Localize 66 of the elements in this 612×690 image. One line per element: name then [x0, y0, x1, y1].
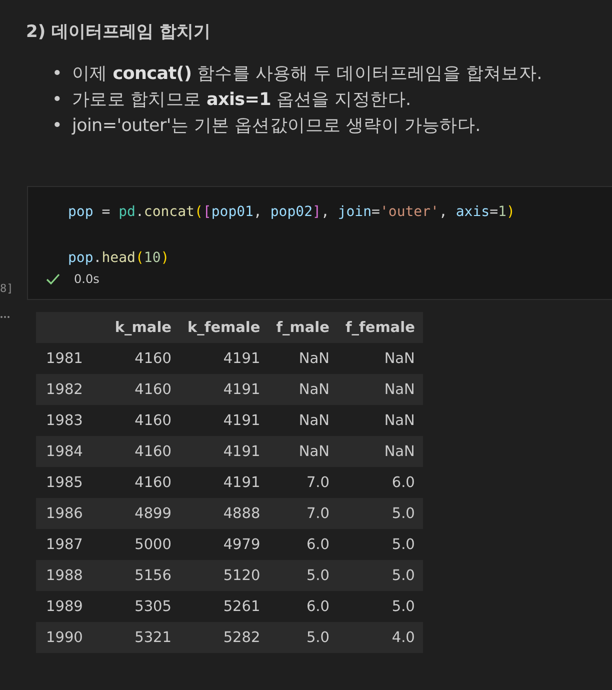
row-index: 1986: [36, 498, 101, 529]
bullet-marker: •: [52, 63, 62, 86]
bullet-marker: •: [52, 89, 62, 112]
ellipsis-icon[interactable]: [0, 315, 10, 319]
row-index: 1990: [36, 622, 101, 653]
table-cell: 4191: [180, 343, 268, 374]
table-cell: 4191: [180, 467, 268, 498]
table-cell: 6.0: [268, 529, 338, 560]
row-index: 1981: [36, 343, 101, 374]
table-cell: 4.0: [338, 622, 423, 653]
table-cell: 5000: [100, 529, 180, 560]
table-cell: 4160: [100, 405, 180, 436]
row-index: 1984: [36, 436, 101, 467]
bullet-marker: •: [52, 115, 62, 138]
table-cell: 5.0: [338, 560, 423, 591]
table-cell: 5261: [180, 591, 268, 622]
table-cell: 4979: [180, 529, 268, 560]
table-cell: 5156: [100, 560, 180, 591]
row-index: 1985: [36, 467, 101, 498]
table-cell: 5.0: [338, 498, 423, 529]
column-header: k_male: [100, 312, 180, 343]
execution-count: 8]: [0, 282, 14, 295]
table-cell: NaN: [268, 405, 338, 436]
bullet-text: 가로로 합치므로 axis=1 옵션을 지정한다.: [72, 89, 411, 112]
row-index: 1988: [36, 560, 101, 591]
table-cell: 5282: [180, 622, 268, 653]
table-cell: 4160: [100, 343, 180, 374]
bullet-text: join='outer'는 기본 옵션값이므로 생략이 가능하다.: [72, 115, 480, 138]
table-cell: NaN: [338, 374, 423, 405]
table-cell: 5321: [100, 622, 180, 653]
table-cell: 4191: [180, 374, 268, 405]
table-cell: NaN: [338, 343, 423, 374]
table-cell: 6.0: [268, 591, 338, 622]
table-cell: NaN: [338, 405, 423, 436]
column-header: f_male: [268, 312, 338, 343]
table-cell: 4191: [180, 405, 268, 436]
row-index: 1987: [36, 529, 101, 560]
row-index: 1989: [36, 591, 101, 622]
table-cell: 4888: [180, 498, 268, 529]
code-line: pop = pd.concat([pop01, pop02], join='outer', axis=1): [68, 203, 516, 222]
table-cell: NaN: [268, 343, 338, 374]
row-index: 1982: [36, 374, 101, 405]
table-cell: 4160: [100, 467, 180, 498]
table-cell: NaN: [268, 374, 338, 405]
column-header: f_female: [338, 312, 423, 343]
table-cell: 7.0: [268, 467, 338, 498]
table-cell: 4160: [100, 436, 180, 467]
table-cell: 4160: [100, 374, 180, 405]
table-cell: 4899: [100, 498, 180, 529]
table-cell: NaN: [268, 436, 338, 467]
table-cell: 5120: [180, 560, 268, 591]
table-cell: 5.0: [268, 622, 338, 653]
row-index: 1983: [36, 405, 101, 436]
section-heading: 2) 데이터프레임 합치기: [26, 21, 210, 43]
table-cell: 5.0: [338, 591, 423, 622]
table-cell: 6.0: [338, 467, 423, 498]
table-cell: 5.0: [338, 529, 423, 560]
table-cell: 4191: [180, 436, 268, 467]
table-cell: 7.0: [268, 498, 338, 529]
table-cell: 5305: [100, 591, 180, 622]
execution-time: 0.0s: [74, 272, 100, 286]
table-cell: NaN: [338, 436, 423, 467]
bullet-text: 이제 concat() 함수를 사용해 두 데이터프레임을 합쳐보자.: [72, 63, 542, 86]
code-line: pop.head(10): [68, 249, 170, 268]
column-header: k_female: [180, 312, 268, 343]
table-cell: 5.0: [268, 560, 338, 591]
